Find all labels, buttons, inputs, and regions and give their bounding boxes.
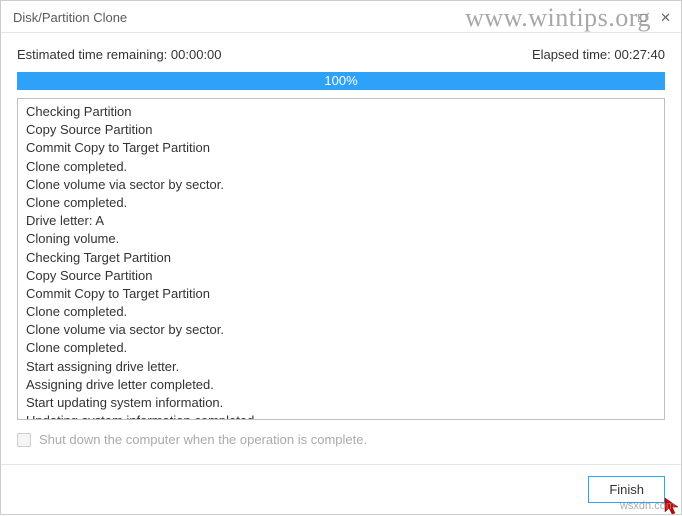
log-line: Checking Target Partition bbox=[26, 249, 656, 267]
log-line: Clone completed. bbox=[26, 194, 656, 212]
log-line: Clone completed. bbox=[26, 158, 656, 176]
log-line: Drive letter: A bbox=[26, 212, 656, 230]
finish-button[interactable]: Finish bbox=[588, 476, 665, 503]
log-line: Copy Source Partition bbox=[26, 267, 656, 285]
elapsed-label: Elapsed time: bbox=[532, 47, 611, 62]
time-remaining: Estimated time remaining: 00:00:00 bbox=[17, 47, 222, 62]
remaining-value: 00:00:00 bbox=[171, 47, 222, 62]
log-line: Assigning drive letter completed. bbox=[26, 376, 656, 394]
time-elapsed: Elapsed time: 00:27:40 bbox=[532, 47, 665, 62]
shutdown-label: Shut down the computer when the operatio… bbox=[39, 432, 367, 447]
log-line: Commit Copy to Target Partition bbox=[26, 285, 656, 303]
remaining-label: Estimated time remaining: bbox=[17, 47, 167, 62]
log-line: Commit Copy to Target Partition bbox=[26, 139, 656, 157]
times-row: Estimated time remaining: 00:00:00 Elaps… bbox=[17, 47, 665, 62]
titlebar: Disk/Partition Clone □ ✕ bbox=[1, 1, 681, 33]
window-controls: □ ✕ bbox=[638, 10, 671, 26]
window-title: Disk/Partition Clone bbox=[13, 10, 127, 25]
log-line: Start assigning drive letter. bbox=[26, 358, 656, 376]
log-line: Clone volume via sector by sector. bbox=[26, 321, 656, 339]
shutdown-checkbox bbox=[17, 433, 31, 447]
log-line: Clone volume via sector by sector. bbox=[26, 176, 656, 194]
log-line: Start updating system information. bbox=[26, 394, 656, 412]
footer: Finish bbox=[1, 464, 681, 514]
log-line: Cloning volume. bbox=[26, 230, 656, 248]
progress-bar: 100% bbox=[17, 72, 665, 90]
maximize-icon[interactable]: □ bbox=[638, 10, 646, 25]
log-line: Clone completed. bbox=[26, 303, 656, 321]
close-icon[interactable]: ✕ bbox=[660, 10, 671, 26]
log-line: Checking Partition bbox=[26, 103, 656, 121]
log-line: Copy Source Partition bbox=[26, 121, 656, 139]
content-area: Estimated time remaining: 00:00:00 Elaps… bbox=[1, 33, 681, 447]
log-line: Clone completed. bbox=[26, 339, 656, 357]
elapsed-value: 00:27:40 bbox=[614, 47, 665, 62]
shutdown-option: Shut down the computer when the operatio… bbox=[17, 432, 665, 447]
log-line: Updating system information completed. bbox=[26, 412, 656, 420]
log-output[interactable]: Checking PartitionCopy Source PartitionC… bbox=[17, 98, 665, 420]
